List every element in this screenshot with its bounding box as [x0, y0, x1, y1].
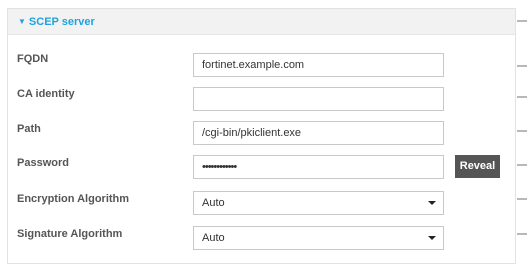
panel-header[interactable]: ▼ SCEP server: [8, 9, 515, 35]
chevron-down-icon[interactable]: [428, 236, 436, 240]
collapse-icon[interactable]: ▼: [18, 17, 26, 26]
chevron-down-icon[interactable]: [428, 201, 436, 205]
signature-algorithm-select[interactable]: Auto: [193, 226, 444, 250]
encryption-algorithm-select[interactable]: Auto: [193, 191, 444, 215]
path-more-icon[interactable]: [517, 130, 527, 132]
path-label: Path: [17, 123, 41, 135]
fqdn-input[interactable]: fortinet.example.com: [193, 53, 444, 77]
ca-identity-label: CA identity: [17, 88, 75, 100]
fqdn-more-icon[interactable]: [517, 65, 527, 67]
reveal-button[interactable]: Reveal: [455, 155, 500, 178]
section-title[interactable]: ▼ SCEP server: [18, 16, 95, 28]
password-label: Password: [17, 157, 69, 169]
password-more-icon[interactable]: [517, 164, 527, 166]
encryption-algorithm-value: Auto: [202, 197, 225, 209]
encryption-algorithm-label: Encryption Algorithm: [17, 193, 130, 205]
fqdn-label: FQDN: [17, 53, 49, 65]
header-more-icon[interactable]: [517, 20, 527, 22]
signature-algorithm-label: Signature Algorithm: [17, 228, 123, 240]
signature-more-icon[interactable]: [517, 233, 527, 235]
path-input[interactable]: /cgi-bin/pkiclient.exe: [193, 121, 444, 145]
encryption-more-icon[interactable]: [517, 198, 527, 200]
section-title-text: SCEP server: [28, 16, 95, 28]
password-input[interactable]: ••••••••••••: [193, 155, 444, 179]
ca-identity-more-icon[interactable]: [517, 96, 527, 98]
ca-identity-input[interactable]: [193, 87, 444, 111]
signature-algorithm-value: Auto: [202, 232, 225, 244]
